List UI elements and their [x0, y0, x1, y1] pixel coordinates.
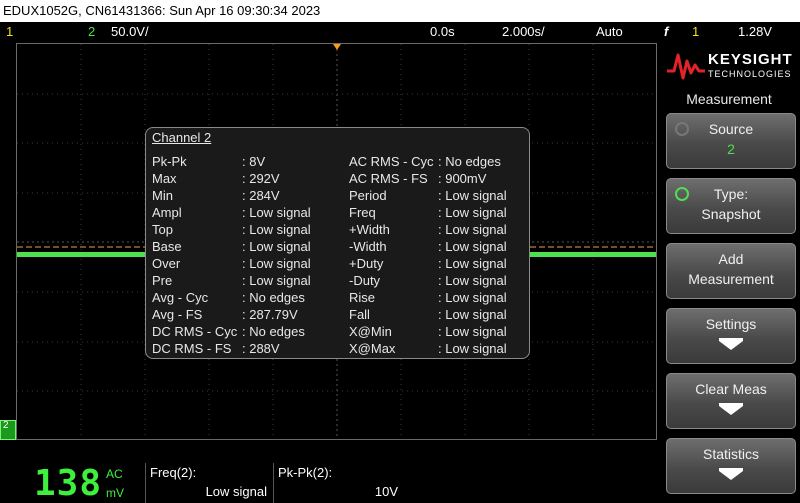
settings-softkey[interactable]: Settings — [666, 308, 796, 364]
trigger-mode: Auto — [596, 24, 623, 39]
bottom-measurement-pkpk[interactable]: Pk-Pk(2): 10V — [273, 463, 404, 503]
add-measurement-softkey[interactable]: Add Measurement — [666, 243, 796, 299]
trigger-level: 1.28V — [738, 24, 772, 39]
type-softkey[interactable]: Type: Snapshot — [666, 178, 796, 234]
popup-title: Channel 2 — [152, 130, 212, 145]
measurement-snapshot-popup: Channel 2 Pk-Pk: 8V Max: 292V Min: 284V … — [145, 127, 530, 359]
ch2-scale: 50.0V/ — [111, 24, 149, 39]
channel-2-ground-marker[interactable]: 2 — [0, 420, 16, 440]
time-delay: 0.0s — [430, 24, 455, 39]
quick-measure-readout: 138 AC mV — [0, 463, 145, 503]
trigger-channel: 1 — [692, 24, 700, 39]
bottom-measurement-label: Freq(2): — [150, 465, 197, 480]
readout-digits: 138 — [34, 463, 103, 503]
source-softkey[interactable]: Source 2 — [666, 113, 796, 169]
softkey-sidebar: KEYSIGHT TECHNOLOGIES Measurement Source… — [658, 43, 800, 503]
brand-subtitle: TECHNOLOGIES — [708, 69, 792, 79]
readout-unit: mV — [106, 486, 124, 500]
ch1-indicator[interactable]: 1 — [6, 22, 13, 42]
menu-title: Measurement — [686, 91, 772, 107]
brand-name: KEYSIGHT — [708, 51, 793, 68]
clear-meas-softkey[interactable]: Clear Meas — [666, 373, 796, 429]
submenu-arrow-icon — [719, 471, 743, 480]
trigger-position-marker[interactable] — [333, 44, 341, 50]
bottom-measurement-label: Pk-Pk(2): — [278, 465, 333, 480]
title-bar: EDUX1052G, CN61431366: Sun Apr 16 09:30:… — [0, 0, 800, 22]
submenu-arrow-icon — [719, 406, 743, 415]
readout-units: AC mV — [106, 465, 124, 503]
statistics-softkey[interactable]: Statistics — [666, 438, 796, 494]
bottom-measurement-value: Low signal — [205, 484, 267, 499]
submenu-arrow-icon — [719, 341, 743, 350]
bottom-measurement-value: 10V — [374, 484, 398, 499]
status-bar: 1 2 50.0V/ 0.0s 2.000s/ Auto f 1 1.28V — [0, 22, 800, 42]
readout-coupling: AC — [106, 467, 123, 481]
trigger-edge-icon: f — [664, 24, 669, 39]
time-scale: 2.000s/ — [502, 24, 545, 39]
bottom-measurement-freq[interactable]: Freq(2): Low signal — [145, 463, 273, 503]
keysight-logo: KEYSIGHT TECHNOLOGIES — [666, 49, 796, 87]
ch2-indicator[interactable]: 2 — [88, 22, 95, 42]
keysight-wave-icon — [667, 53, 705, 80]
